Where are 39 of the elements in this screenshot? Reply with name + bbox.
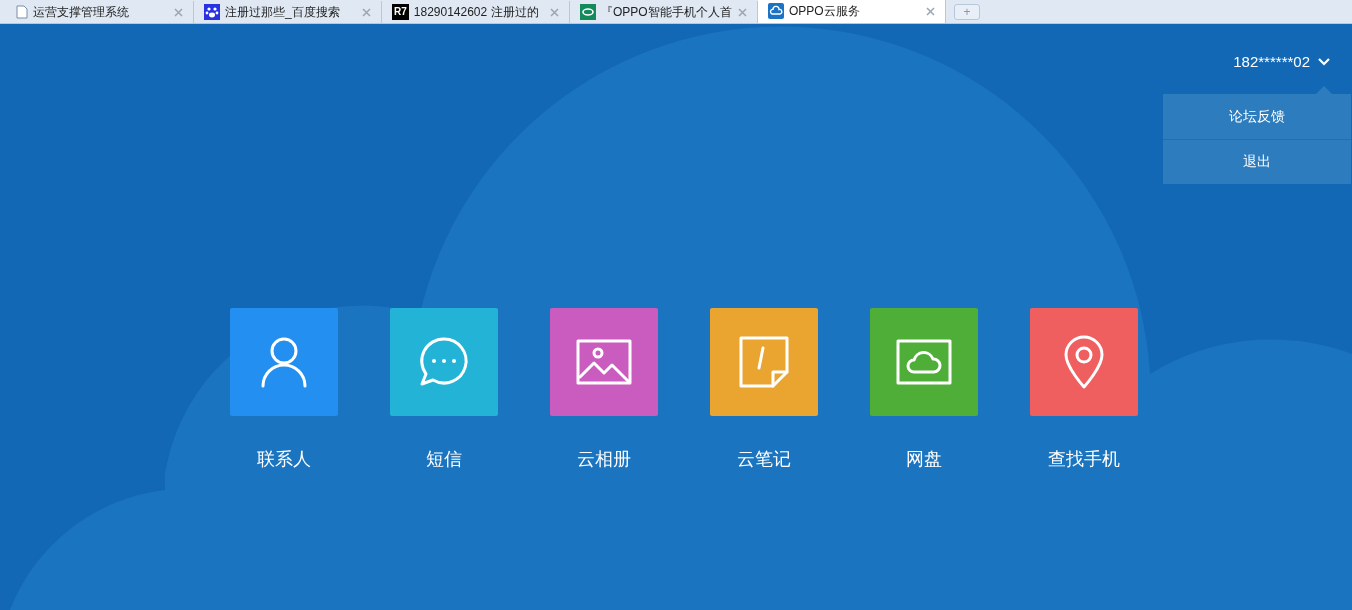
- close-icon[interactable]: [926, 6, 935, 16]
- app-label: 短信: [426, 448, 462, 471]
- location-pin-icon: [1063, 335, 1105, 389]
- tab-title: 注册过那些_百度搜索: [225, 4, 341, 21]
- cloud-icon: [768, 3, 784, 19]
- tab-title: 运营支撑管理系统: [33, 4, 130, 21]
- tab-title: 『OPPO智能手机个人首: [601, 4, 733, 21]
- app-label: 网盘: [906, 448, 942, 471]
- menu-item[interactable]: 论坛反馈: [1163, 93, 1351, 139]
- app-launcher[interactable]: 联系人: [230, 308, 338, 473]
- new-tab-button[interactable]: +: [954, 4, 980, 20]
- close-icon[interactable]: [550, 7, 559, 17]
- close-icon[interactable]: [738, 7, 747, 17]
- chevron-icon: [1318, 58, 1330, 67]
- speech-bubble-icon: [418, 336, 470, 388]
- app-label: 云相册: [577, 448, 631, 471]
- close-icon[interactable]: [174, 7, 183, 17]
- note-icon: [739, 336, 789, 388]
- cloud-drive-icon: [896, 339, 952, 385]
- document-icon: [16, 5, 28, 19]
- user-account-button[interactable]: 182******02: [1233, 51, 1332, 74]
- app-label: 联系人: [257, 448, 311, 471]
- close-icon[interactable]: [362, 7, 371, 17]
- app-launcher[interactable]: 云笔记: [710, 308, 818, 473]
- logo-icon: R7: [392, 4, 409, 20]
- picture-icon: [576, 339, 632, 385]
- app-launcher[interactable]: 查找手机: [1030, 308, 1138, 473]
- paw-icon: [204, 4, 220, 20]
- app-launcher[interactable]: 云相册: [550, 308, 658, 473]
- app-label: 云笔记: [737, 448, 791, 471]
- menu-item[interactable]: 退出: [1163, 138, 1351, 184]
- app-label: 查找手机: [1048, 448, 1120, 471]
- browser-tab[interactable]: OPPO云服务: [758, 0, 946, 23]
- tab-title: 18290142602 注册过的: [413, 4, 540, 21]
- tab-title: OPPO云服务: [789, 3, 861, 20]
- app-launcher[interactable]: 短信: [390, 308, 498, 473]
- app-launcher[interactable]: 网盘: [870, 308, 978, 473]
- ring-logo-icon: [580, 4, 596, 20]
- person-icon: [260, 336, 308, 388]
